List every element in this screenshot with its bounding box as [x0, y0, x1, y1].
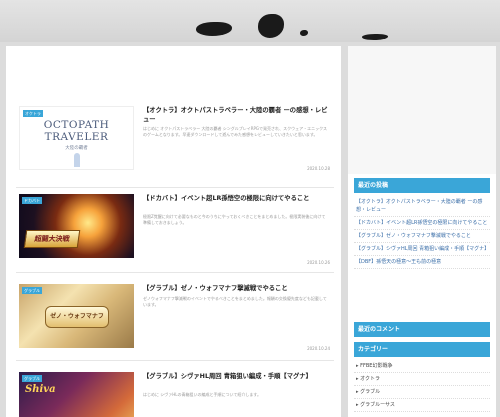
post-date: 2020.10.24: [307, 346, 330, 351]
post-thumbnail[interactable]: ゼノ・ウォフマナフ グラブル: [19, 284, 134, 348]
header-ink-splat: [196, 22, 232, 36]
recent-comments-heading: 最近のコメント: [354, 322, 490, 337]
post-date: 2020.10.28: [307, 166, 330, 171]
category-link[interactable]: FFBE幻影戦争: [354, 360, 490, 373]
category-badge[interactable]: グラブル: [22, 287, 42, 294]
post-excerpt: はじめに オクトパストラベラー 大陸の覇者 シングルプレイRPGで発売され、スク…: [143, 126, 327, 137]
post-divider: [16, 360, 334, 361]
thumbnail-subtitle: 大陸の覇者: [65, 146, 88, 151]
post-excerpt: 極限Z覚醒に向けて必要なものと今のうちにやっておくべきことをまとめました。極限実…: [143, 214, 326, 225]
post-thumbnail[interactable]: 超闘大決戦 ドカバト: [19, 194, 134, 258]
post-card[interactable]: 超闘大決戦 ドカバト 【ドカバト】イベント超LR孫悟空の極限に向けてやること 極…: [16, 194, 334, 273]
post-title[interactable]: 【オクトラ】オクトパストラベラー・大陸の覇者 ーの感想・レビュー: [143, 106, 333, 124]
post-excerpt: はじめに シヴァHLの青箱狙いの編成と手順について紹介します。: [143, 392, 261, 397]
sidebar-ad-space: [348, 46, 496, 174]
post-card[interactable]: OCTOPATH TRAVELER 大陸の覇者 オクトラ 【オクトラ】オクトパス…: [16, 100, 334, 188]
recent-post-link[interactable]: 【オクトラ】オクトパストラベラー・大陸の覇者 ーの感想・レビュー: [354, 196, 490, 217]
recent-post-link[interactable]: 【グラブル】ゼノ・ウォフマナフ撃滅戦でやること: [354, 230, 490, 243]
recent-posts-heading: 最近の投稿: [354, 178, 490, 193]
category-badge[interactable]: グラブル: [22, 375, 42, 382]
categories-heading: カテゴリー: [354, 342, 490, 357]
post-card[interactable]: ゼノ・ウォフマナフ グラブル 【グラブル】ゼノ・ウォフマナフ撃滅戦でやること ゼ…: [16, 284, 334, 361]
category-badge[interactable]: オクトラ: [23, 110, 43, 117]
post-divider: [16, 187, 334, 188]
post-thumbnail[interactable]: Shiva グラブル: [19, 372, 134, 417]
sidebar: 最近の投稿 【オクトラ】オクトパストラベラー・大陸の覇者 ーの感想・レビュー 【…: [348, 46, 496, 417]
thumbnail-logo: ゼノ・ウォフマナフ: [45, 306, 109, 328]
thumbnail-logo: Shiva: [25, 384, 56, 395]
category-link[interactable]: オクトラ: [354, 373, 490, 386]
main-content: OCTOPATH TRAVELER 大陸の覇者 オクトラ 【オクトラ】オクトパス…: [6, 46, 341, 417]
post-title[interactable]: 【グラブル】シヴァHL周回 青箱狙い編成・手順【マグナ】: [143, 372, 333, 381]
thumbnail-logo: 超闘大決戦: [23, 230, 81, 248]
post-divider: [16, 272, 334, 273]
category-link[interactable]: グラブル: [354, 386, 490, 399]
post-thumbnail[interactable]: OCTOPATH TRAVELER 大陸の覇者 オクトラ: [19, 106, 134, 170]
thumbnail-logo: OCTOPATH TRAVELER: [43, 119, 110, 143]
recent-post-link[interactable]: 【ドカバト】イベント超LR孫悟空の極限に向けてやること: [354, 217, 490, 230]
header-ink-splat: [362, 34, 388, 40]
header-ink-splat: [300, 30, 308, 36]
categories-list: FFBE幻影戦争 オクトラ グラブル グラブルーサス: [354, 360, 490, 412]
post-date: 2020.10.26: [307, 260, 330, 265]
post-card[interactable]: Shiva グラブル 【グラブル】シヴァHL周回 青箱狙い編成・手順【マグナ】 …: [16, 372, 334, 417]
recent-posts-list: 【オクトラ】オクトパストラベラー・大陸の覇者 ーの感想・レビュー 【ドカバト】イ…: [354, 196, 490, 269]
post-title[interactable]: 【ドカバト】イベント超LR孫悟空の極限に向けてやること: [143, 194, 333, 203]
header-banner: [0, 0, 500, 42]
category-badge[interactable]: ドカバト: [22, 197, 43, 204]
post-title[interactable]: 【グラブル】ゼノ・ウォフマナフ撃滅戦でやること: [143, 284, 333, 293]
post-excerpt: ゼノウォフマナフ撃滅戦のイベントでやるべきことをまとめました。報酬の交換優先度な…: [143, 296, 327, 307]
header-ink-splat: [258, 14, 284, 38]
recent-post-link[interactable]: 【グラブル】シヴァHL周回 青箱狙い編成・手順【マグナ】: [354, 243, 490, 256]
recent-post-link[interactable]: 【DBF】孫悟天の極意〜王も前の極意: [354, 256, 490, 269]
character-silhouette: [74, 153, 80, 167]
category-link[interactable]: グラブルーサス: [354, 399, 490, 412]
